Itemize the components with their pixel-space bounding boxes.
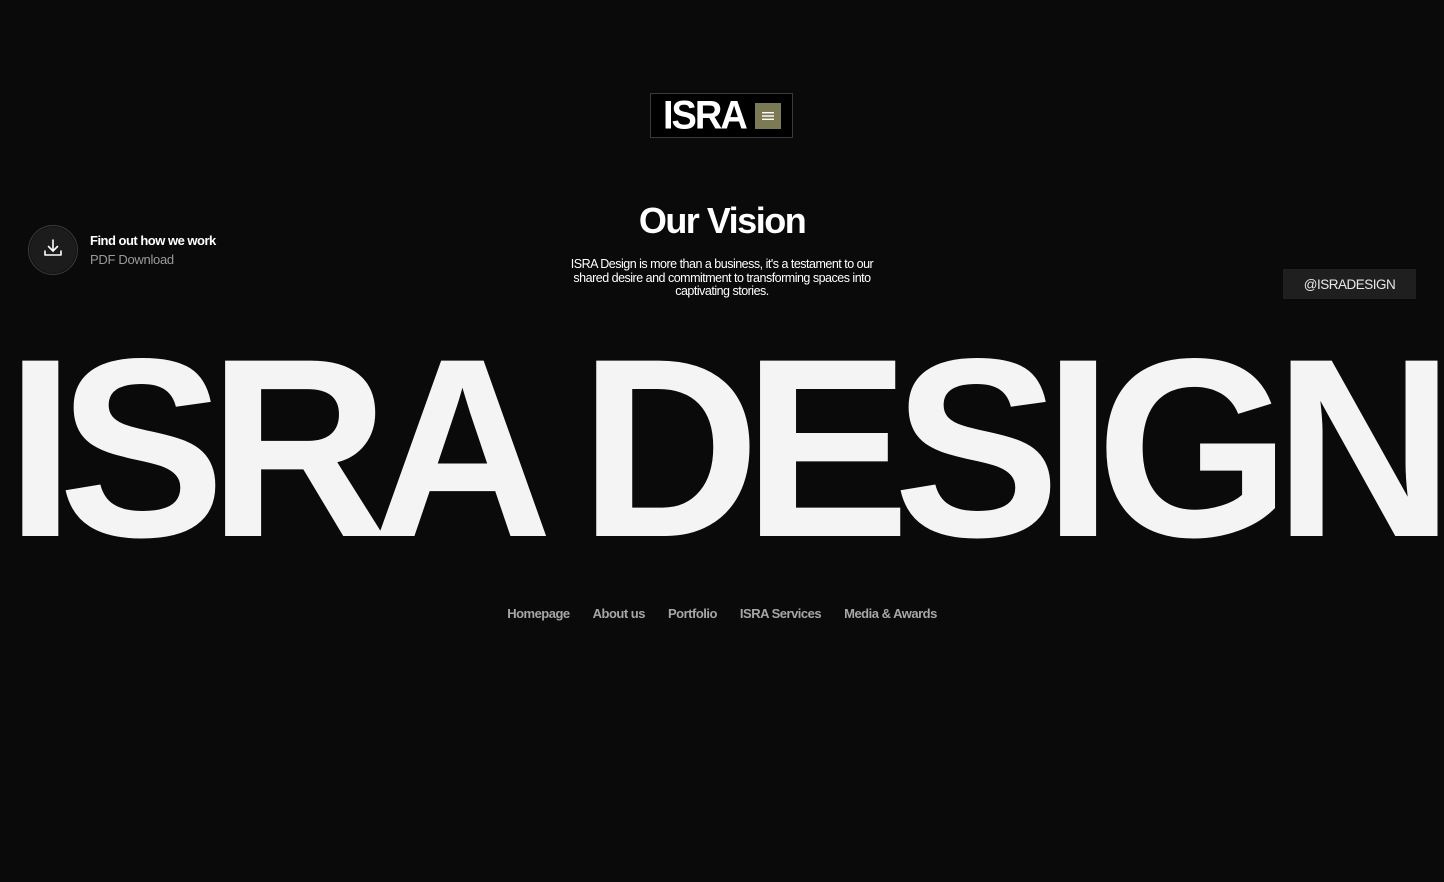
hero-wordmark-text: ISRA DESIGN — [5, 305, 1444, 591]
menu-button[interactable] — [755, 103, 781, 129]
footer-nav: Homepage About us Portfolio ISRA Service… — [0, 606, 1444, 621]
vision-title: Our Vision — [638, 200, 807, 241]
vision-description: ISRA Design is more than a business, it'… — [570, 257, 874, 298]
nav-item-portfolio[interactable]: Portfolio — [668, 606, 717, 621]
page: ISRA Find out how we work PDF Download O… — [0, 0, 1444, 882]
hamburger-icon — [762, 111, 774, 121]
nav-item-about-us[interactable]: About us — [593, 606, 646, 621]
download-subtitle: PDF Download — [90, 252, 174, 267]
nav-item-media-awards[interactable]: Media & Awards — [844, 606, 937, 621]
site-logo[interactable]: ISRA — [663, 96, 753, 136]
hero-wordmark: ISRA DESIGN — [0, 318, 1444, 578]
nav-item-homepage[interactable]: Homepage — [507, 606, 570, 621]
social-handle-button[interactable]: @ISRADESIGN — [1283, 269, 1416, 299]
site-logo-bar: ISRA — [650, 93, 793, 138]
nav-item-isra-services[interactable]: ISRA Services — [740, 606, 822, 621]
